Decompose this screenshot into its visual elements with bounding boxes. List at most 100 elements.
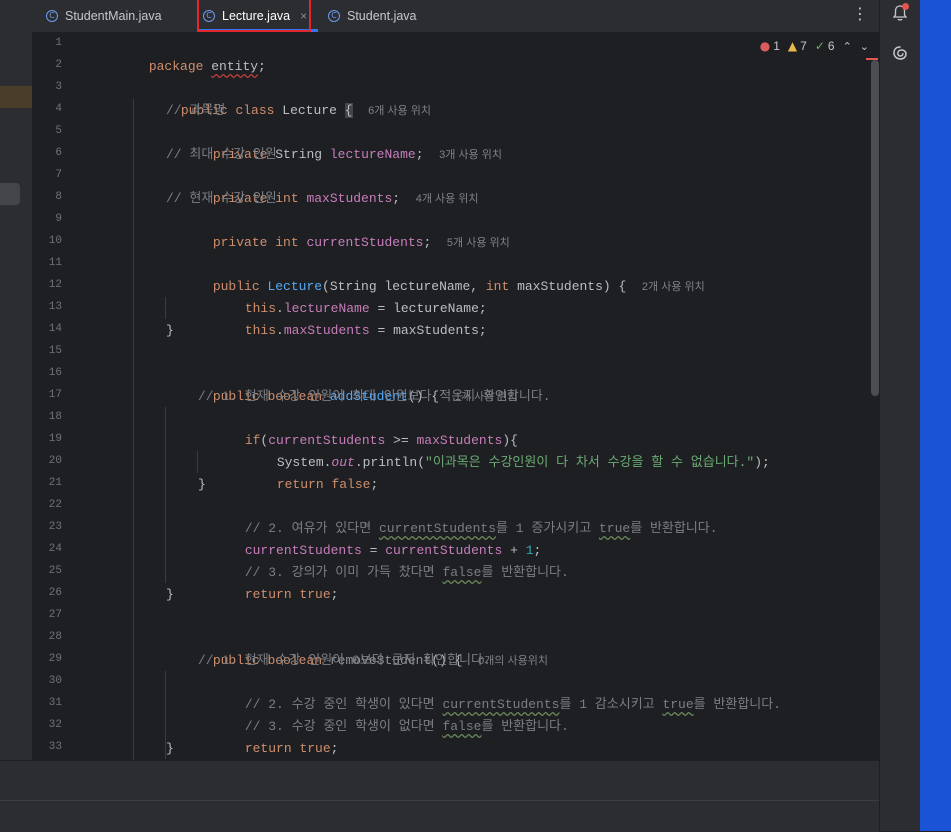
error-count[interactable]: ● 1 — [760, 39, 780, 53]
line-number[interactable]: 21 — [32, 477, 62, 489]
field-name: maxStudents — [306, 191, 393, 206]
line-number[interactable]: 13 — [32, 301, 62, 313]
keyword: int — [275, 235, 299, 250]
comment: 를 반환합니다. — [693, 697, 782, 712]
line-number[interactable]: 1 — [32, 37, 62, 49]
project-tree-hover-row[interactable] — [0, 183, 20, 205]
line-number[interactable]: 14 — [32, 323, 62, 335]
keyword: package — [148, 59, 204, 74]
editor-tab-bar: C StudentMain.java C Lecture.java × C St… — [32, 0, 879, 33]
code-line-33: } — [166, 738, 174, 760]
line-number-gutter: 1 2 3 4 5 6 7 8 9 10 11 12 13 14 15 16 17 18 19 20 21 22 23 24 2… — [32, 33, 98, 760]
line-number[interactable]: 5 — [32, 125, 62, 137]
usage-hint[interactable]: 5개 사용 위치 — [447, 237, 510, 249]
line-number[interactable]: 12 — [32, 279, 62, 291]
line-number[interactable]: 10 — [32, 235, 62, 247]
line-number[interactable]: 9 — [32, 213, 62, 225]
class-name: Lecture — [282, 103, 337, 118]
comment: // 1. 현재 수강 인원이 최대 인원보다 적은지 확인합니다. — [198, 389, 551, 404]
weak-warning-count[interactable]: ✓ 6 — [815, 39, 835, 53]
code-line-12: this.lectureName = lectureName; — [198, 276, 487, 316]
line-number[interactable]: 3 — [32, 81, 62, 93]
field-name: currentStudents — [306, 235, 424, 250]
line-number[interactable]: 17 — [32, 389, 62, 401]
tab-label: Student.java — [347, 9, 417, 23]
warning-count[interactable]: ▲ 7 — [788, 39, 807, 53]
comment-ref: false — [442, 565, 482, 580]
line-number[interactable]: 6 — [32, 147, 62, 159]
line-number[interactable]: 15 — [32, 345, 62, 357]
warning-icon: ▲ — [787, 39, 798, 53]
tab-label: StudentMain.java — [65, 9, 162, 23]
brace: { — [344, 103, 353, 118]
keyword: this — [244, 323, 277, 338]
line-number[interactable]: 24 — [32, 543, 62, 555]
type: String — [275, 147, 323, 162]
weak-warning-count-value: 6 — [827, 39, 835, 53]
line-number[interactable]: 28 — [32, 631, 62, 643]
line-number[interactable]: 16 — [32, 367, 62, 379]
project-tree-selected-row[interactable] — [0, 86, 32, 108]
code-line-31: // 3. 수강 중인 학생이 없다면 false를 반환합니다. — [198, 694, 569, 734]
line-number[interactable]: 31 — [32, 697, 62, 709]
code-area[interactable]: package entity; public class Lecture { 6… — [102, 33, 872, 760]
comment: // 1. 현재 수강 인원이 0보다 큰지 확인합니다. — [198, 653, 491, 668]
line-number[interactable]: 18 — [32, 411, 62, 423]
code-editor[interactable]: 1 2 3 4 5 6 7 8 9 10 11 12 13 14 15 16 17 18 19 20 21 22 23 24 2… — [32, 33, 879, 760]
project-panel-edge — [0, 0, 32, 760]
brace: } — [166, 741, 174, 756]
code-line-8: // 현재 수강 인원 — [166, 188, 277, 210]
usage-hint[interactable]: 4개 사용 위치 — [416, 193, 479, 205]
inspection-widget[interactable]: ● 1 ▲ 7 ✓ 6 ⌃ ⌄ — [760, 39, 869, 53]
keyword: int — [485, 279, 510, 294]
keyword: int — [275, 191, 299, 206]
line-number[interactable]: 33 — [32, 741, 62, 753]
usage-hint[interactable]: 2개 사용 위치 — [642, 281, 705, 293]
code-line-18: if(currentStudents >= maxStudents){ — [198, 408, 518, 448]
line-number[interactable]: 19 — [32, 433, 62, 445]
line-number[interactable]: 4 — [32, 103, 62, 115]
tab-studentmain-java[interactable]: C StudentMain.java — [46, 0, 162, 32]
ai-assistant-swirl-icon[interactable] — [891, 44, 909, 62]
line-number[interactable]: 23 — [32, 521, 62, 533]
keyword: true — [299, 741, 331, 756]
semicolon: ; — [330, 587, 339, 602]
comment: // 과목명 — [166, 103, 226, 118]
code-line-7: private int maxStudents; 4개 사용 위치 — [166, 166, 479, 206]
field-name: lectureName — [329, 147, 416, 162]
bottom-tool-panel — [0, 760, 879, 801]
line-number[interactable]: 20 — [32, 455, 62, 467]
line-number[interactable]: 22 — [32, 499, 62, 511]
highlight-box — [197, 0, 311, 32]
code-line-24: // 3. 강의가 이미 가득 찼다면 false를 반환합니다. — [198, 540, 569, 580]
line-number[interactable]: 7 — [32, 169, 62, 181]
previous-highlight-icon[interactable]: ⌃ — [843, 40, 852, 53]
code-line-30: // 2. 수강 중인 학생이 있다면 currentStudents를 1 감… — [198, 672, 781, 712]
expression: = maxStudents; — [369, 323, 487, 338]
next-highlight-icon[interactable]: ⌄ — [860, 40, 869, 53]
code-line-16: public boolean addStudent() { 1개 사용 위치 — [166, 364, 518, 404]
keyword: return — [244, 741, 292, 756]
brace: } — [198, 477, 206, 492]
tab-student-java[interactable]: C Student.java — [328, 0, 417, 32]
line-number[interactable]: 25 — [32, 565, 62, 577]
comment: 를 반환합니다. — [481, 719, 569, 734]
line-number[interactable]: 27 — [32, 609, 62, 621]
code-line-22: // 2. 여유가 있다면 currentStudents를 1 증가시키고 t… — [198, 496, 718, 536]
line-number[interactable]: 8 — [32, 191, 62, 203]
line-number[interactable]: 26 — [32, 587, 62, 599]
line-number[interactable]: 2 — [32, 59, 62, 71]
line-number[interactable]: 29 — [32, 653, 62, 665]
usage-hint[interactable]: 6개 사용 위치 — [368, 105, 431, 117]
line-number[interactable]: 11 — [32, 257, 62, 269]
line-number[interactable]: 32 — [32, 719, 62, 731]
vertical-scrollbar[interactable] — [871, 60, 879, 396]
java-class-icon: C — [328, 10, 340, 22]
code-line-26: } — [166, 584, 174, 606]
comment: 를 반환합니다. — [481, 565, 569, 580]
more-options-icon[interactable]: ⋮ — [852, 4, 868, 23]
error-count-value: 1 — [773, 39, 780, 53]
line-number[interactable]: 30 — [32, 675, 62, 687]
usage-hint[interactable]: 3개 사용 위치 — [439, 149, 502, 161]
semicolon: ; — [415, 147, 424, 162]
